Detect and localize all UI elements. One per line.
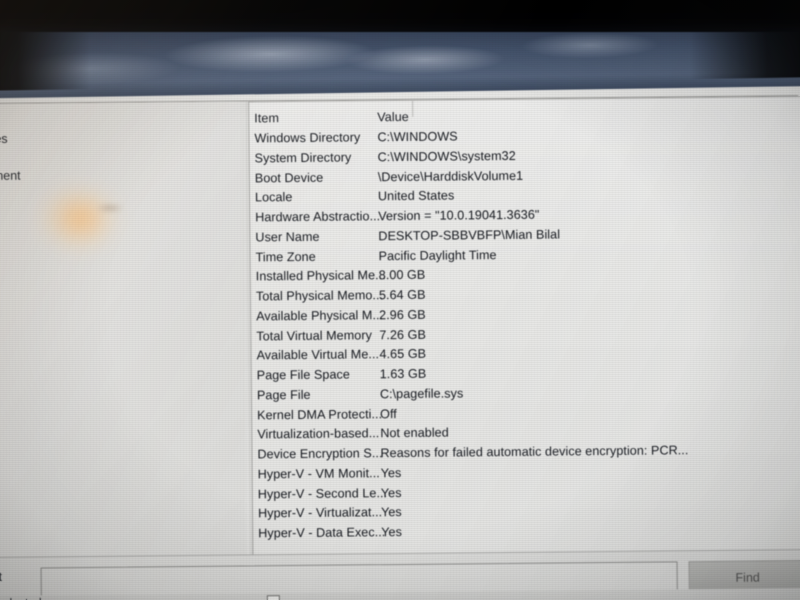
row-item-value: 5.64 GB [378,287,426,303]
find-button-label: Find [735,570,760,585]
column-header-item[interactable]: Item [254,111,279,125]
row-item-label: Hyper-V - Data Exec... [258,525,386,541]
row-item-value: 8.00 GB [378,268,426,283]
row-item-label: Hyper-V - Virtualizat... [257,505,383,521]
row-item-value: DESKTOP-SBBVBFP\Mian Bilal [378,227,561,243]
table-row[interactable]: Hyper-V - Data Exec... Yes [253,521,800,546]
laptop-bezel-top [0,0,800,32]
row-item-label: Available Physical M... [256,307,384,324]
row-item-value: Off [380,406,397,421]
search-scope-label: selected [0,595,42,600]
row-item-value: Version = "10.0.19041.3636" [378,207,540,224]
row-item-value: Yes [380,485,402,500]
row-item-value: Not enabled [380,425,449,441]
row-item-value: \Device\HarddiskVolume1 [377,168,524,184]
row-item-value: 1.63 GB [379,366,427,382]
row-item-label: User Name [255,229,320,245]
row-item-value: C:\WINDOWS\system32 [377,148,516,164]
list-rows: Windows Directory C:\WINDOWS System Direct… [249,97,800,540]
row-item-label: Boot Device [254,170,324,185]
navigation-tree-pane[interactable] [0,101,251,558]
row-item-label: Installed Physical Me... [255,268,386,284]
row-item-label: Virtualization-based... [257,426,380,442]
row-item-label: Hyper-V - VM Monit... [257,465,380,482]
row-item-label: Total Physical Memo... [255,288,384,304]
row-item-label: System Directory [254,150,352,166]
row-item-label: Kernel DMA Protecti... [257,406,383,422]
laptop-screen-photo: n es ment Item Value Windows DirectoryC:… [0,0,800,600]
row-item-label: Device Encryption S... [257,446,383,462]
row-item-label: Page File [256,387,311,403]
row-item-label: Page File Space [256,367,350,383]
row-item-value: C:\pagefile.sys [379,386,464,401]
row-item-label: Windows Directory [254,130,361,146]
row-item-value: 2.96 GB [379,307,426,322]
sidebar-item-resources[interactable]: es [0,132,8,146]
row-item-label: Total Virtual Memory [256,327,372,343]
row-item-label: Hardware Abstractio... [255,209,381,225]
row-item-value: 4.65 GB [379,347,427,362]
column-separator[interactable] [412,100,414,117]
sidebar-item-environment[interactable]: ment [0,169,21,183]
row-item-value: C:\WINDOWS [377,129,458,145]
search-category-checkbox[interactable] [266,595,280,600]
row-item-label: Time Zone [255,249,316,264]
column-header-value[interactable]: Value [377,110,409,124]
row-item-value: 7.26 GB [379,327,426,342]
find-what-label: t [0,569,3,584]
row-item-value: Yes [380,465,402,480]
row-item-value: United States [377,188,455,204]
row-item-label: Available Virtual Me... [256,347,380,363]
row-item-label: Locale [254,190,293,205]
details-list[interactable]: Item Value Windows Directory C:\WINDOWS Sy… [248,96,800,556]
row-item-value: Yes [380,505,402,520]
row-item-value: Yes [381,524,402,540]
row-item-value: Reasons for failed automatic device encr… [380,443,689,461]
row-item-value: Pacific Daylight Time [378,247,497,263]
row-item-label: Hyper-V - Second Le... [257,485,388,501]
